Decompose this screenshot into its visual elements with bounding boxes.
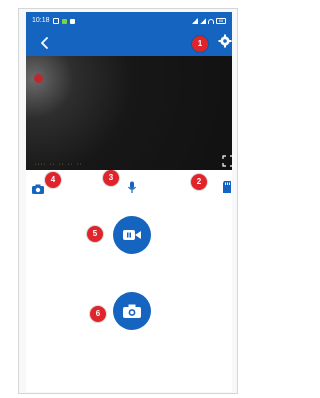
live-video-view[interactable] — [26, 56, 232, 170]
snapshot-button[interactable] — [31, 182, 45, 196]
sd-card-button[interactable] — [220, 180, 234, 194]
chevron-left-icon — [41, 37, 48, 49]
callout-badge-6: 6 — [90, 306, 106, 322]
notification-icon — [52, 18, 59, 24]
wifi-icon — [208, 18, 214, 24]
status-time: 10:18 — [32, 17, 50, 24]
callout-badge-1: 1 — [192, 36, 208, 52]
camera-icon — [123, 304, 141, 318]
callout-badge-3: 3 — [103, 170, 119, 186]
battery-icon: 88 — [216, 18, 226, 24]
fullscreen-button[interactable] — [222, 154, 234, 167]
callout-badge-4: 4 — [45, 172, 61, 188]
recording-indicator — [34, 74, 43, 83]
app-notification-icon — [61, 18, 67, 24]
capture-photo-button[interactable] — [113, 292, 151, 330]
record-video-button[interactable] — [113, 216, 151, 254]
signal-icon — [192, 18, 198, 24]
phone-screen: 10:18 88 ···· ·· ·· ·· ·· 1 2 3 4 5 6 — [26, 12, 234, 392]
camera-icon — [32, 184, 44, 194]
video-camera-icon — [123, 230, 141, 240]
callout-badge-5: 5 — [87, 226, 103, 242]
gear-icon — [218, 34, 232, 48]
app-notification-icon-2 — [69, 18, 75, 24]
status-bar: 10:18 88 — [32, 16, 226, 26]
settings-button[interactable] — [218, 34, 232, 48]
sd-card-icon — [223, 181, 231, 193]
signal-icon-2 — [200, 18, 206, 24]
microphone-icon — [128, 181, 136, 193]
video-timestamp: ···· ·· ·· ·· ·· — [34, 162, 83, 168]
back-button[interactable] — [38, 36, 52, 50]
fullscreen-icon — [222, 155, 234, 167]
talk-button[interactable] — [125, 180, 139, 194]
callout-badge-2: 2 — [191, 174, 207, 190]
